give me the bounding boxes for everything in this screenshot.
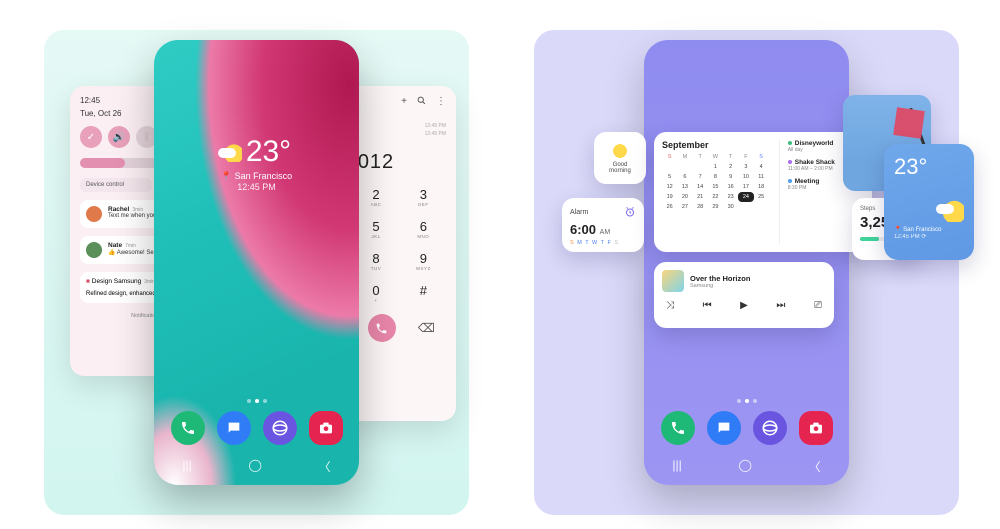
keypad-key[interactable]: #	[401, 278, 446, 308]
status-clock: 12:45	[80, 96, 100, 105]
location-label: San Francisco	[235, 171, 293, 181]
keypad-key[interactable]: 3DEF	[401, 182, 446, 212]
weather-icon	[222, 142, 242, 162]
keypad-key[interactable]: 8TUV	[353, 246, 398, 276]
keypad-key[interactable]: 5JKL	[353, 214, 398, 244]
calendar-dow: SMTWTFS	[662, 154, 769, 160]
temperature: 23°	[246, 135, 291, 169]
nav-back-icon[interactable]: 〈	[809, 458, 821, 475]
camera-app-icon[interactable]	[309, 411, 343, 445]
prev-icon[interactable]: ⏮	[703, 300, 712, 311]
album-art	[662, 270, 684, 292]
avatar	[86, 206, 102, 222]
nav-recent-icon[interactable]: |||	[672, 458, 681, 475]
app-dock	[644, 411, 849, 445]
browser-app-icon[interactable]	[263, 411, 297, 445]
alarm-widget[interactable]: Alarm 6:00 AM S M T W T F S	[562, 198, 644, 252]
nav-bar: ||| ◯ 〈	[644, 458, 849, 475]
weather-icon	[940, 198, 964, 222]
page-indicator	[154, 399, 359, 403]
phone-app-icon[interactable]	[661, 411, 695, 445]
messages-app-icon[interactable]	[707, 411, 741, 445]
alarm-icon	[624, 206, 636, 218]
weather-widget[interactable]: 23° 📍 San Francisco 12:45 PM ⟳	[884, 144, 974, 260]
search-icon[interactable]	[417, 96, 426, 107]
cast-icon[interactable]: ⎚	[814, 300, 822, 311]
page-indicator	[644, 399, 849, 403]
browser-app-icon[interactable]	[753, 411, 787, 445]
weather-time: 12:45 PM	[894, 234, 920, 240]
next-icon[interactable]: ⏭	[776, 300, 785, 311]
qs-wifi-icon[interactable]: ✓	[80, 126, 102, 148]
app-dock	[154, 411, 359, 445]
qs-volume-icon[interactable]: 🔊	[108, 126, 130, 148]
nav-home-icon[interactable]: ◯	[248, 458, 261, 475]
center-phone: 23° 📍 San Francisco 12:45 PM ||| ◯ 〈	[154, 40, 359, 485]
keypad-key[interactable]: 9WXYZ	[401, 246, 446, 276]
device-control-chip[interactable]: Device control	[80, 178, 152, 192]
notif-sender: Nate	[108, 242, 122, 249]
notif-sender: Design Samsung	[92, 278, 142, 285]
greeting-widget[interactable]: Good morning	[594, 132, 646, 184]
notif-sender: Rachel	[108, 206, 129, 213]
alarm-ampm: AM	[600, 229, 611, 236]
nav-back-icon[interactable]: 〈	[319, 458, 331, 475]
sun-icon	[612, 143, 628, 159]
weather-temp: 23°	[894, 154, 964, 180]
track-artist: Samsung	[690, 283, 750, 289]
keypad-key[interactable]: 2ABC	[353, 182, 398, 212]
alarm-days: S M T W T F S	[570, 240, 636, 246]
music-widget[interactable]: Over the Horizon Samsung ⤨ ⏮ ▶ ⏭ ⎚	[654, 262, 834, 328]
time-label: 12:45 PM	[154, 182, 359, 192]
calendar-month: September	[662, 140, 769, 150]
backspace-button[interactable]: ⌫	[418, 321, 435, 335]
avatar	[86, 242, 102, 258]
calendar-widget[interactable]: September SMTWTFS 1234567891011121314151…	[654, 132, 872, 252]
nav-home-icon[interactable]: ◯	[738, 458, 751, 475]
phone-app-icon[interactable]	[171, 411, 205, 445]
more-icon[interactable]: ⋮	[436, 96, 446, 107]
greeting-text: Good morning	[602, 162, 638, 174]
home-weather-widget[interactable]: 23° 📍 San Francisco 12:45 PM	[154, 135, 359, 192]
keypad-key[interactable]: 6MNO	[401, 214, 446, 244]
nav-bar: ||| ◯ 〈	[154, 458, 359, 475]
call-button[interactable]	[368, 314, 396, 342]
shuffle-icon[interactable]: ⤨	[666, 300, 674, 311]
recent-time: 12:45 PM	[425, 123, 446, 129]
messages-app-icon[interactable]	[217, 411, 251, 445]
alarm-label: Alarm	[570, 209, 588, 216]
play-icon[interactable]: ▶	[740, 300, 748, 311]
recent-time: 12:45 PM	[425, 131, 446, 137]
track-title: Over the Horizon	[690, 274, 750, 283]
alarm-time: 6:00	[570, 222, 596, 237]
keypad-key[interactable]: 0+	[353, 278, 398, 308]
add-icon[interactable]: +	[401, 96, 407, 107]
nav-recent-icon[interactable]: |||	[182, 458, 191, 475]
camera-app-icon[interactable]	[799, 411, 833, 445]
